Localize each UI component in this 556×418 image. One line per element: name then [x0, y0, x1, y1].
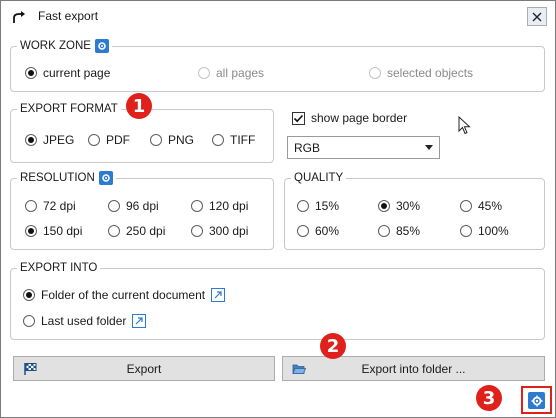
radio-indicator — [25, 67, 37, 79]
resolution-72-radio[interactable]: 72 dpi — [25, 199, 76, 213]
resolution-150-radio[interactable]: 150 dpi — [25, 224, 82, 238]
quality-group: QUALITY 15% 30% 45% 60% 85% 100% — [284, 171, 545, 250]
radio-indicator — [23, 315, 35, 327]
radio-indicator — [191, 200, 203, 212]
resolution-settings-icon[interactable] — [98, 171, 113, 185]
callout-badge-3: 3 — [476, 385, 502, 411]
quality-15-radio[interactable]: 15% — [297, 199, 339, 213]
radio-indicator — [25, 134, 37, 146]
radio-indicator — [25, 200, 37, 212]
work-zone-settings-icon[interactable] — [94, 39, 109, 53]
radio-indicator — [212, 134, 224, 146]
callout-badge-2: 2 — [320, 333, 346, 359]
window-title: Fast export — [38, 9, 99, 23]
work-zone-legend: WORK ZONE — [20, 40, 91, 52]
export-into-folder-button-label: Export into folder ... — [361, 361, 466, 376]
open-external-icon[interactable] — [132, 314, 147, 328]
format-png-radio[interactable]: PNG — [150, 133, 194, 147]
close-button[interactable] — [527, 7, 547, 26]
color-mode-select[interactable]: RGB — [287, 136, 440, 159]
open-external-icon[interactable] — [211, 288, 226, 302]
callout-badge-1: 1 — [126, 93, 152, 119]
quality-60-radio[interactable]: 60% — [297, 224, 339, 238]
export-into-folder-button[interactable]: Export into folder ... — [282, 356, 545, 381]
radio-indicator — [23, 289, 35, 301]
export-into-group: EXPORT INTO Folder of the current docume… — [10, 261, 545, 340]
export-format-legend: EXPORT FORMAT — [20, 103, 118, 115]
title-bar: Fast export — [1, 1, 555, 31]
resolution-legend: RESOLUTION — [20, 172, 95, 184]
radio-indicator — [108, 225, 120, 237]
radio-indicator — [460, 225, 472, 237]
quality-30-radio[interactable]: 30% — [378, 199, 420, 213]
radio-indicator — [150, 134, 162, 146]
radio-indicator — [378, 225, 390, 237]
radio-indicator — [460, 200, 472, 212]
radio-indicator — [297, 225, 309, 237]
resolution-250-radio[interactable]: 250 dpi — [108, 224, 165, 238]
format-tiff-radio[interactable]: TIFF — [212, 133, 255, 147]
resolution-96-radio[interactable]: 96 dpi — [108, 199, 159, 213]
checkbox-box — [292, 111, 305, 125]
chevron-down-icon — [425, 145, 433, 150]
format-jpeg-radio[interactable]: JPEG — [25, 133, 74, 147]
quality-100-radio[interactable]: 100% — [460, 224, 509, 238]
close-icon — [532, 12, 542, 21]
show-page-border-checkbox[interactable]: show page border — [292, 111, 407, 125]
radio-indicator — [108, 200, 120, 212]
export-button-label: Export — [126, 361, 162, 376]
format-pdf-radio[interactable]: PDF — [88, 133, 130, 147]
folder-open-icon — [292, 364, 306, 374]
resolution-300-radio[interactable]: 300 dpi — [191, 224, 248, 238]
fast-export-dialog: Fast export WORK ZONE current page all p… — [0, 0, 556, 418]
work-zone-all-pages-radio[interactable]: all pages — [198, 66, 264, 80]
radio-indicator — [88, 134, 100, 146]
radio-indicator — [191, 225, 203, 237]
gear-icon — [531, 395, 542, 406]
export-arrow-icon — [13, 11, 25, 23]
work-zone-current-page-radio[interactable]: current page — [25, 66, 110, 80]
export-into-current-folder-radio[interactable]: Folder of the current document — [23, 288, 226, 302]
export-button[interactable]: Export — [13, 356, 275, 381]
resolution-120-radio[interactable]: 120 dpi — [191, 199, 248, 213]
radio-indicator — [369, 67, 381, 79]
quality-85-radio[interactable]: 85% — [378, 224, 420, 238]
dialog-settings-button[interactable] — [528, 392, 545, 409]
radio-indicator — [198, 67, 210, 79]
color-mode-value: RGB — [294, 140, 321, 155]
resolution-group: RESOLUTION 72 dpi 96 dpi 120 dpi 150 dpi… — [10, 171, 274, 250]
radio-indicator — [378, 200, 390, 212]
quality-45-radio[interactable]: 45% — [460, 199, 502, 213]
export-into-legend: EXPORT INTO — [20, 262, 98, 274]
checkmark-icon — [293, 114, 304, 122]
quality-legend: QUALITY — [294, 172, 344, 184]
export-into-last-folder-radio[interactable]: Last used folder — [23, 314, 147, 328]
radio-indicator — [25, 225, 37, 237]
checkered-flag-icon — [24, 363, 37, 375]
work-zone-selected-objects-radio[interactable]: selected objects — [369, 66, 473, 80]
mouse-cursor-icon — [458, 116, 471, 135]
work-zone-group: WORK ZONE current page all pages selecte… — [10, 39, 545, 92]
radio-indicator — [297, 200, 309, 212]
